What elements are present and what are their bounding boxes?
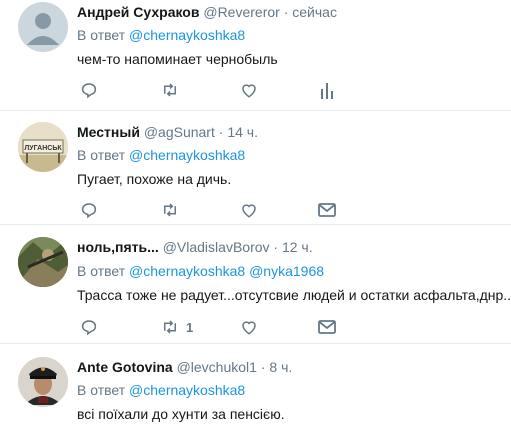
user-handle[interactable]: @agSunart [144,124,215,140]
reply-button[interactable] [80,317,98,337]
user-handle[interactable]: @VladislavBorov [163,239,270,255]
direct-message-button[interactable] [318,200,336,220]
timestamp[interactable]: 14 ч. [227,124,258,140]
reply-icon [81,83,97,99]
tweet-text: Пугает, похоже на дичь. [77,171,232,187]
reply-context: В ответ @chernaykoshka8 [77,146,245,164]
tweet-1[interactable]: Андрей Сухраков @Revereror · сейчас В от… [0,0,511,110]
reply-context: В ответ @chernaykoshka8 [77,381,245,399]
like-button[interactable] [240,200,258,220]
tweet-4[interactable]: Ante Gotovina @levchukol1 · 8 ч. В ответ… [0,344,511,426]
user-avatar[interactable]: ЛУГАНСЬК [18,122,68,172]
direct-message-button[interactable] [318,317,336,337]
tweet-3[interactable]: ноль,пять... @VladislavBorov · 12 ч. В о… [0,225,511,343]
retweet-button[interactable] [160,80,180,100]
display-name[interactable]: ноль,пять... [77,239,159,255]
retweet-button[interactable] [160,200,180,220]
city-sign-avatar: ЛУГАНСЬК [18,122,68,172]
reply-to-link[interactable]: @chernaykoshka8 [129,382,245,398]
reply-context: В ответ @chernaykoshka8 [77,26,245,44]
tweet-header: Ante Gotovina @levchukol1 · 8 ч. [77,358,292,376]
reply-prefix: В ответ [77,27,126,43]
user-avatar[interactable] [18,357,68,407]
timestamp[interactable]: сейчас [292,4,337,20]
message-icon [318,203,336,217]
avatar-sign-text: ЛУГАНСЬК [24,145,62,152]
analytics-button[interactable] [320,80,334,100]
display-name[interactable]: Андрей Сухраков [77,4,199,20]
like-icon [242,204,256,218]
separator-dot: · [260,359,266,375]
analytics-icon [321,83,333,99]
like-icon [242,321,256,335]
default-avatar[interactable] [18,2,68,52]
reply-to-link[interactable]: @chernaykoshka8 [129,27,245,43]
user-handle[interactable]: @levchukol1 [177,359,257,375]
reply-prefix: В ответ [77,263,126,279]
retweet-icon [164,203,176,217]
separator-dot: · [283,4,289,20]
retweet-icon [164,320,176,334]
reply-to-link[interactable]: @chernaykoshka8 [129,147,245,163]
tweet-text: Трасса тоже не радует...отсутсвие людей … [77,287,511,303]
user-handle[interactable]: @Revereror [203,4,279,20]
reply-context: В ответ @chernaykoshka8 @nyka1968 [77,262,324,280]
reply-to-link-2[interactable]: @nyka1968 [249,263,324,279]
user-avatar[interactable] [18,237,68,287]
display-name[interactable]: Местный [77,124,140,140]
display-name[interactable]: Ante Gotovina [77,359,173,375]
retweet-icon [164,83,176,97]
soldier-avatar [18,237,68,287]
tweet-header: ноль,пять... @VladislavBorov · 12 ч. [77,238,313,256]
separator-dot: · [273,239,279,255]
retweet-count: 1 [186,319,194,335]
like-icon [242,84,256,98]
default-avatar-icon [27,13,59,45]
like-button[interactable] [240,80,258,100]
tweet-text: чем-то напоминает чернобыль [77,51,278,67]
reply-icon [81,203,97,219]
tweet-text: всі поїхали до хунти за пенсією. [77,406,285,422]
tweet-header: Андрей Сухраков @Revereror · сейчас [77,3,337,21]
separator-dot: · [218,124,224,140]
like-button[interactable] [240,317,258,337]
reply-prefix: В ответ [77,382,126,398]
timestamp[interactable]: 8 ч. [269,359,292,375]
officer-avatar [18,357,68,407]
reply-button[interactable] [80,200,98,220]
reply-to-link[interactable]: @chernaykoshka8 [129,263,245,279]
timestamp[interactable]: 12 ч. [282,239,313,255]
tweet-2[interactable]: ЛУГАНСЬК Местный @agSunart · 14 ч. В отв… [0,111,511,221]
reply-prefix: В ответ [77,147,126,163]
message-icon [318,320,336,334]
tweet-header: Местный @agSunart · 14 ч. [77,123,258,141]
retweet-button[interactable]: 1 [160,317,193,337]
reply-icon [81,320,97,336]
reply-button[interactable] [80,80,98,100]
